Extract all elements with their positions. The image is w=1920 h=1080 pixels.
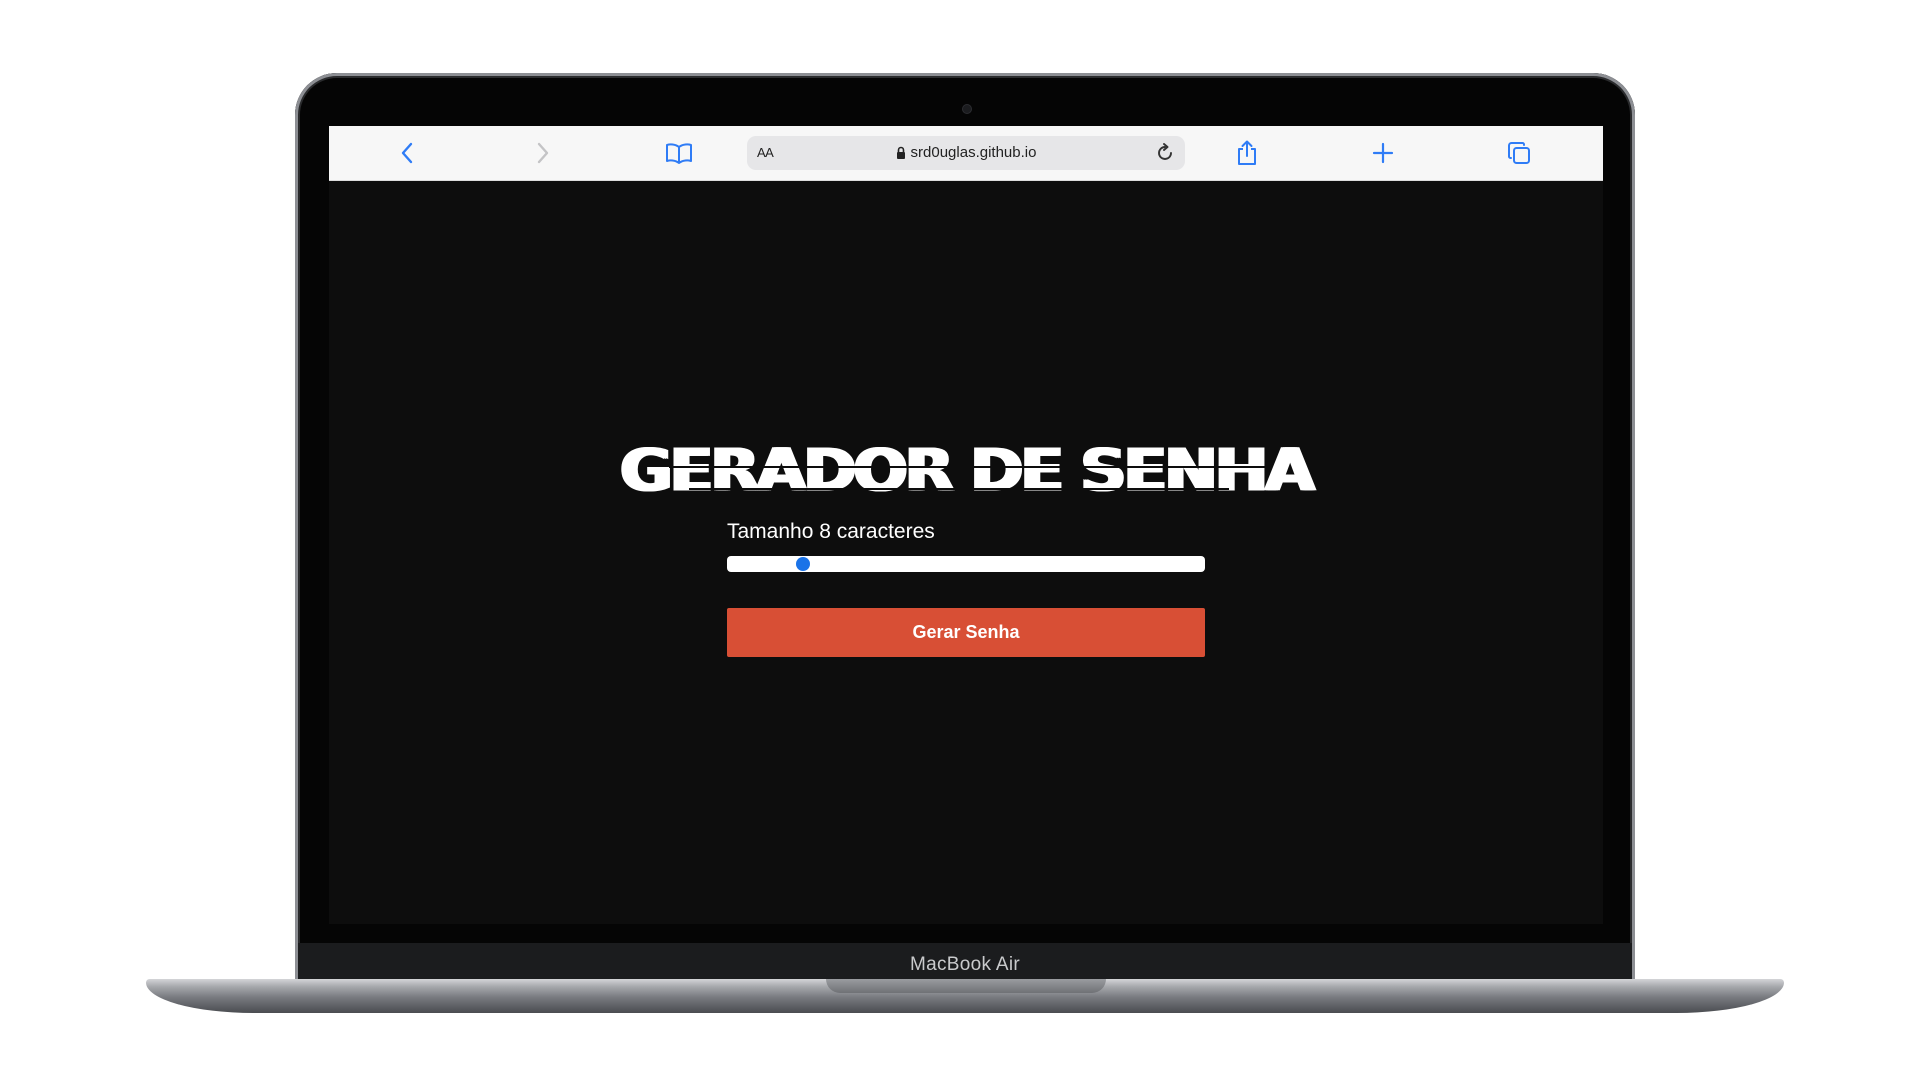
share-icon	[1238, 140, 1256, 165]
screen: AA srd0uglas.github.io GERADOR DE SENHA …	[329, 126, 1603, 924]
browser-toolbar: AA srd0uglas.github.io	[329, 126, 1603, 181]
new-tab-button[interactable]	[1369, 139, 1397, 167]
back-button[interactable]	[393, 139, 421, 167]
plus-icon	[1372, 142, 1394, 164]
webcam	[963, 105, 971, 113]
address-bar[interactable]: AA srd0uglas.github.io	[747, 136, 1185, 170]
tabs-icon	[1508, 142, 1530, 164]
page-title: GERADOR DE SENHA	[620, 436, 1315, 506]
share-button[interactable]	[1233, 139, 1261, 167]
lock-icon	[896, 146, 905, 159]
forward-button[interactable]	[529, 139, 557, 167]
stage: MacBook Air AA srd0uglas.github.io GERAD…	[0, 0, 1920, 1080]
bookmarks-button[interactable]	[665, 139, 693, 167]
book-icon	[666, 143, 692, 164]
title-glitch-line	[689, 488, 1229, 490]
laptop-base-notch	[826, 979, 1106, 993]
chevron-right-icon	[537, 142, 549, 164]
url-display[interactable]: srd0uglas.github.io	[747, 144, 1185, 161]
chevron-left-icon	[401, 142, 413, 164]
password-length-slider[interactable]	[727, 556, 1205, 572]
device-label: MacBook Air	[910, 954, 1020, 975]
reload-button[interactable]	[1153, 141, 1177, 165]
generate-password-button[interactable]: Gerar Senha	[727, 608, 1205, 657]
slider-thumb[interactable]	[796, 557, 810, 571]
tabs-overview-button[interactable]	[1505, 139, 1533, 167]
reload-icon	[1158, 143, 1172, 160]
title-glitch-line	[669, 466, 1269, 468]
password-length-label: Tamanho 8 caracteres	[727, 520, 935, 543]
url-text: srd0uglas.github.io	[910, 144, 1037, 161]
